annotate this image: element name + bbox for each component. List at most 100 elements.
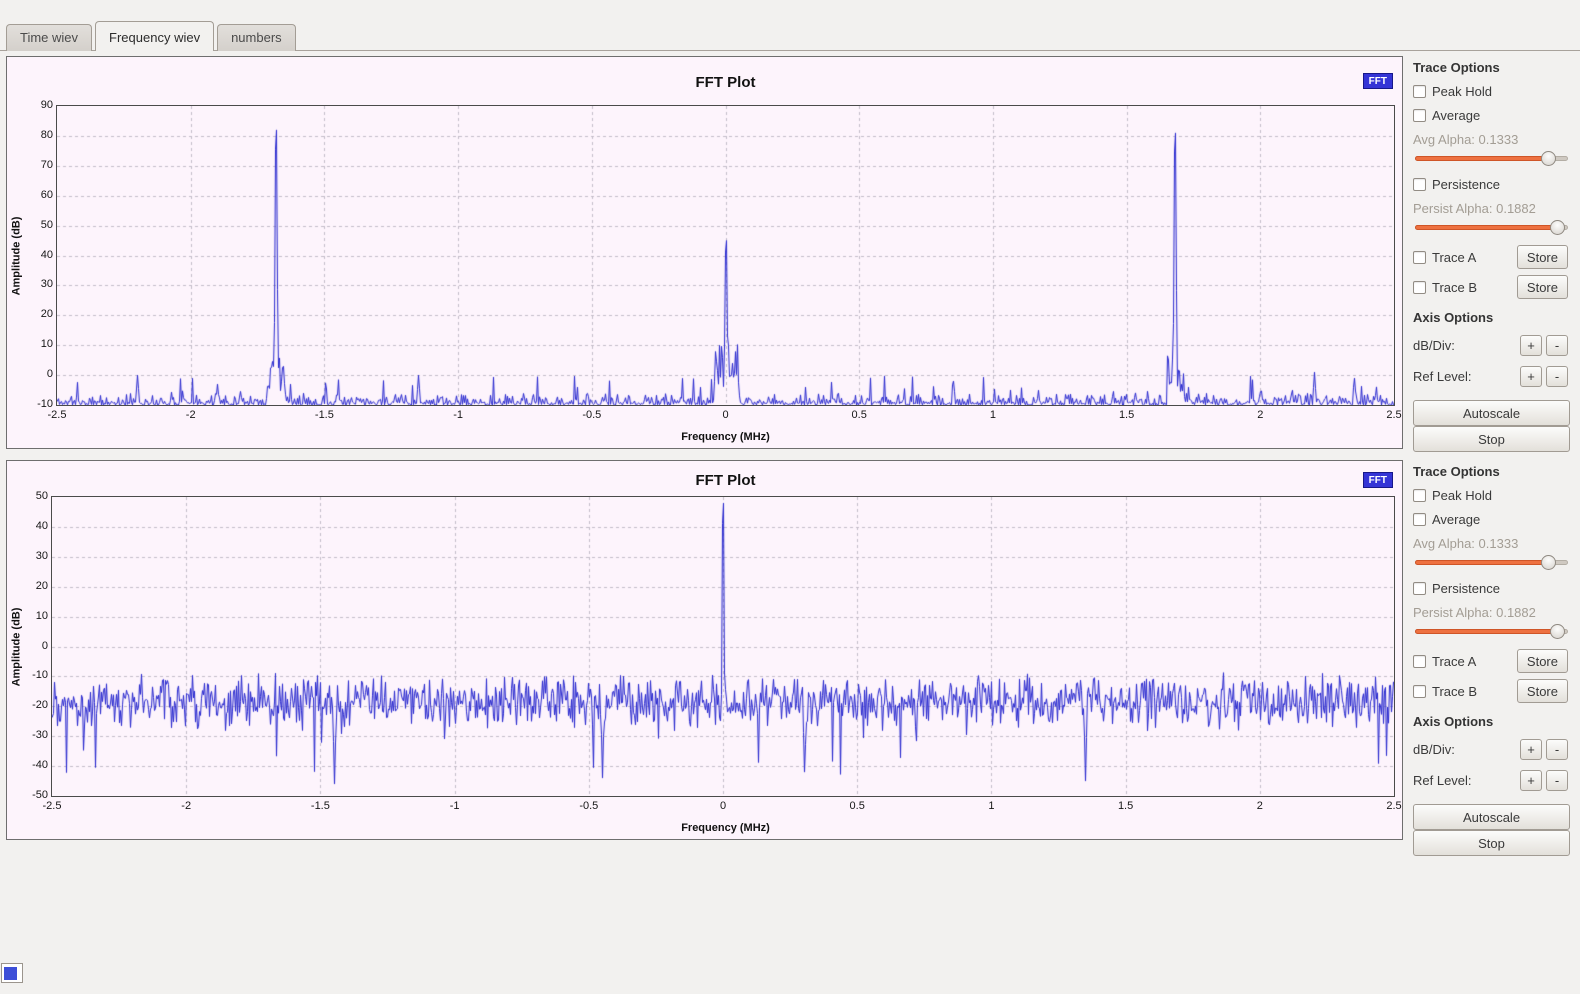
peak-hold-checkbox[interactable] [1413,85,1426,98]
plot-title: FFT Plot [56,74,1395,91]
ref-level-label: Ref Level: [1413,773,1516,788]
notebook-page: FFT Plot FFT Amplitude (dB) -2.5-2-1.5-1… [0,51,1580,862]
x-tick-label: -1 [435,800,475,812]
trace-a-option[interactable]: Trace A [1413,250,1476,265]
persist-alpha-slider[interactable] [1415,624,1568,639]
blue-square [4,967,17,980]
tab-frequency-view[interactable]: Frequency wiev [95,21,214,51]
average-checkbox[interactable] [1413,109,1426,122]
db-div-increase-button[interactable]: + [1520,739,1542,760]
avg-alpha-slider[interactable] [1415,151,1568,166]
persistence-checkbox[interactable] [1413,582,1426,595]
plot-canvas[interactable] [57,106,1394,405]
trace-a-option[interactable]: Trace A [1413,654,1476,669]
trace-b-checkbox[interactable] [1413,685,1426,698]
fft-figure-bottom: FFT Plot FFT Amplitude (dB) -2.5-2-1.5-1… [6,460,1403,840]
persistence-option[interactable]: Persistence [1413,177,1570,192]
db-div-row: dB/Div: + - [1413,335,1568,356]
x-tick-label: -2.5 [37,409,77,421]
store-trace-b-button[interactable]: Store [1517,679,1568,703]
tab-numbers[interactable]: numbers [217,24,296,51]
ref-level-increase-button[interactable]: + [1520,366,1542,387]
persist-alpha-label: Persist Alpha: 0.1882 [1413,605,1570,620]
x-axis-label: Frequency (MHz) [56,822,1395,834]
db-div-decrease-button[interactable]: - [1546,739,1568,760]
store-trace-a-button[interactable]: Store [1517,649,1568,673]
average-label: Average [1432,512,1480,527]
trace-a-checkbox[interactable] [1413,251,1426,264]
peak-hold-label: Peak Hold [1432,488,1492,503]
axis-options-heading: Axis Options [1413,310,1570,325]
persist-alpha-slider[interactable] [1415,220,1568,235]
bottom-plot-row: FFT Plot FFT Amplitude (dB) -2.5-2-1.5-1… [6,460,1574,862]
bottom-left-widget [1,963,23,983]
trace-a-checkbox[interactable] [1413,655,1426,668]
trace-controls-top: Trace Options Peak Hold Average Avg Alph… [1411,56,1574,458]
x-tick-label: 0 [703,800,743,812]
ref-level-decrease-button[interactable]: - [1546,366,1568,387]
slider-handle[interactable] [1550,220,1565,235]
peak-hold-checkbox[interactable] [1413,489,1426,502]
trace-controls-bottom: Trace Options Peak Hold Average Avg Alph… [1411,460,1574,862]
db-div-decrease-button[interactable]: - [1546,335,1568,356]
average-option[interactable]: Average [1413,512,1570,527]
slider-handle[interactable] [1550,624,1565,639]
autoscale-button[interactable]: Autoscale [1413,804,1570,830]
x-tick-label: 1 [973,409,1013,421]
db-div-label: dB/Div: [1413,338,1516,353]
avg-alpha-label: Avg Alpha: 0.1333 [1413,132,1570,147]
trace-b-row: Trace B Store [1413,679,1568,703]
x-tick-label: -2.5 [32,800,72,812]
average-checkbox[interactable] [1413,513,1426,526]
peak-hold-label: Peak Hold [1432,84,1492,99]
x-tick-label: -0.5 [569,800,609,812]
x-tick-label: -2 [171,409,211,421]
avg-alpha-slider[interactable] [1415,555,1568,570]
persistence-label: Persistence [1432,177,1500,192]
axis-options-heading: Axis Options [1413,714,1570,729]
slider-fill [1415,225,1557,230]
ref-level-label: Ref Level: [1413,369,1516,384]
trace-b-label: Trace B [1432,684,1477,699]
slider-handle[interactable] [1541,151,1556,166]
y-axis-label: Amplitude (dB) [7,496,25,797]
tab-time-view[interactable]: Time wiev [6,24,92,51]
x-tick-label: 2 [1240,800,1280,812]
stop-button[interactable]: Stop [1413,830,1570,856]
trace-options-heading: Trace Options [1413,60,1570,75]
plot-canvas[interactable] [52,497,1394,796]
persistence-label: Persistence [1432,581,1500,596]
autoscale-button[interactable]: Autoscale [1413,400,1570,426]
top-plot-row: FFT Plot FFT Amplitude (dB) -2.5-2-1.5-1… [6,56,1574,458]
fft-plot-area-bottom[interactable]: -2.5-2-1.5-1-0.500.511.522.550403020100-… [51,496,1395,797]
slider-fill [1415,560,1548,565]
persistence-option[interactable]: Persistence [1413,581,1570,596]
x-tick-label: -2 [166,800,206,812]
trace-options-heading: Trace Options [1413,464,1570,479]
average-label: Average [1432,108,1480,123]
persistence-checkbox[interactable] [1413,178,1426,191]
trace-a-label: Trace A [1432,654,1476,669]
trace-b-option[interactable]: Trace B [1413,684,1477,699]
app-window: { "tabs": [ {"label": "Time wiev", "acti… [0,0,1580,994]
ref-level-increase-button[interactable]: + [1520,770,1542,791]
fft-legend-badge: FFT [1363,472,1393,488]
trace-b-checkbox[interactable] [1413,281,1426,294]
y-axis-label: Amplitude (dB) [7,105,25,406]
x-tick-label: -1.5 [300,800,340,812]
stop-button[interactable]: Stop [1413,426,1570,452]
x-tick-label: 2.5 [1374,800,1414,812]
ref-level-row: Ref Level: + - [1413,366,1568,387]
slider-fill [1415,629,1557,634]
average-option[interactable]: Average [1413,108,1570,123]
db-div-increase-button[interactable]: + [1520,335,1542,356]
x-tick-label: -1 [438,409,478,421]
peak-hold-option[interactable]: Peak Hold [1413,488,1570,503]
ref-level-decrease-button[interactable]: - [1546,770,1568,791]
slider-handle[interactable] [1541,555,1556,570]
fft-plot-area-top[interactable]: -2.5-2-1.5-1-0.500.511.522.5908070605040… [56,105,1395,406]
peak-hold-option[interactable]: Peak Hold [1413,84,1570,99]
store-trace-a-button[interactable]: Store [1517,245,1568,269]
trace-b-option[interactable]: Trace B [1413,280,1477,295]
store-trace-b-button[interactable]: Store [1517,275,1568,299]
